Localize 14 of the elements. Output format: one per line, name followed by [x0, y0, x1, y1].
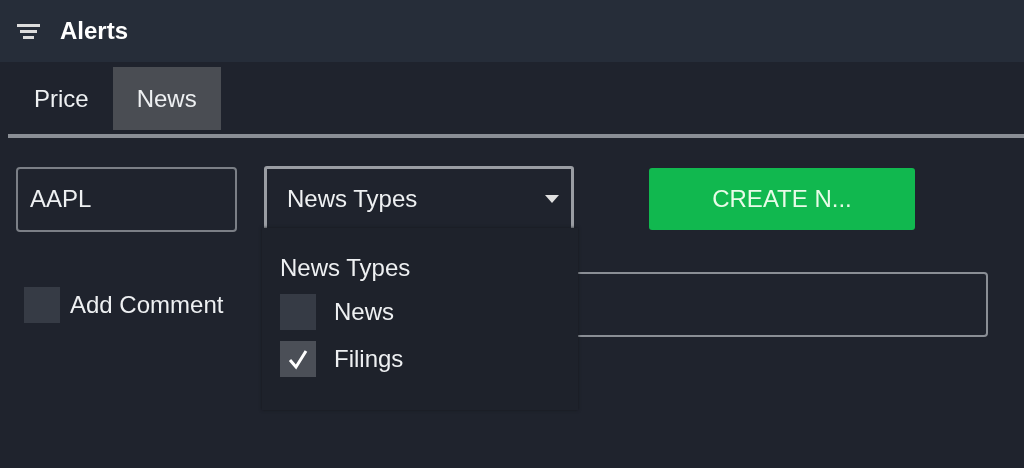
checkbox[interactable]: [280, 294, 316, 330]
menu-option[interactable]: News: [334, 298, 394, 326]
window-title: Alerts: [60, 17, 129, 45]
tab[interactable]: News: [112, 67, 221, 130]
menu-heading: News Types: [280, 254, 411, 282]
checkbox[interactable]: [280, 341, 316, 377]
filter-icon[interactable]: [17, 23, 40, 39]
caret-icon: [545, 195, 559, 203]
checkbox-label: Add Comment: [70, 290, 224, 319]
menu-option[interactable]: Filings: [334, 345, 404, 373]
symbol-field[interactable]: AAPL: [16, 166, 237, 232]
tab[interactable]: Price: [10, 67, 113, 130]
check-icon: [287, 348, 309, 370]
checkbox[interactable]: [24, 286, 60, 323]
